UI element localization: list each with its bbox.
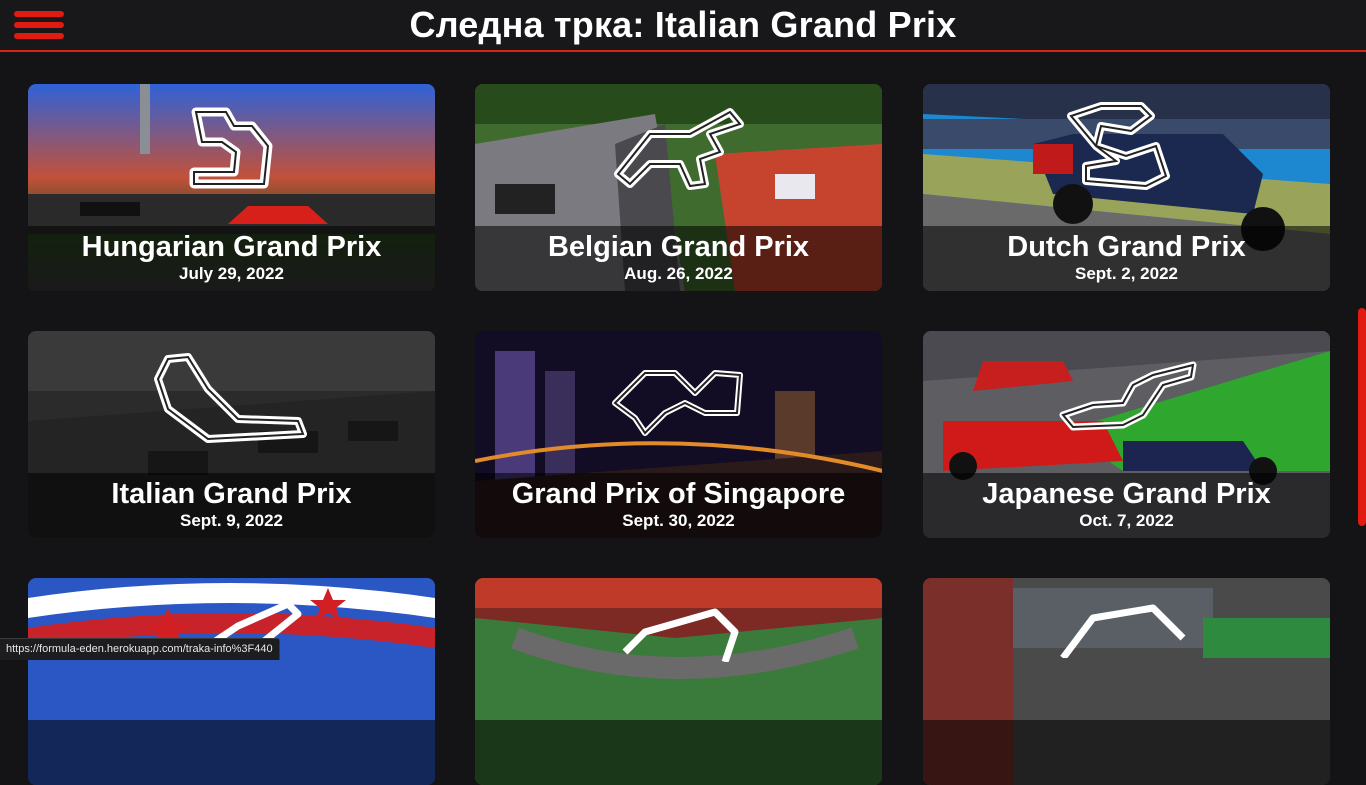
track-layout-icon [614,108,744,190]
track-layout-icon [1067,102,1170,190]
top-bar: Следна трка: Italian Grand Prix [0,0,1366,52]
race-date: Sept. 2, 2022 [1074,264,1178,283]
race-caption: Hungarian Grand Prix July 29, 2022 [28,226,435,291]
race-caption: Dutch Grand Prix Sept. 2, 2022 [923,226,1330,291]
race-card-usa[interactable] [28,578,435,785]
race-caption: Belgian Grand Prix Aug. 26, 2022 [475,226,882,291]
track-layout-icon [622,608,739,662]
scrollbar-thumb[interactable] [1358,308,1366,526]
race-date: July 29, 2022 [179,264,284,283]
race-card-japan[interactable]: Japanese Grand Prix Oct. 7, 2022 [923,331,1330,538]
page-title: Следна трка: Italian Grand Prix [409,4,957,45]
race-caption: Japanese Grand Prix Oct. 7, 2022 [923,473,1330,538]
race-card-belgium[interactable]: Belgian Grand Prix Aug. 26, 2022 [475,84,882,291]
race-caption [28,720,435,785]
race-caption [923,720,1330,785]
track-layout-icon [1059,361,1197,431]
track-layout-icon [612,370,743,436]
race-card-brazil[interactable] [923,578,1330,785]
race-name: Italian Grand Prix [111,478,352,510]
race-name: Belgian Grand Prix [547,231,810,263]
track-layout-icon [1060,604,1186,658]
race-card-singapore[interactable]: Grand Prix of Singapore Sept. 30, 2022 [475,331,882,538]
status-bar-url: https://formula-eden.herokuapp.com/traka… [0,638,280,660]
race-name: Dutch Grand Prix [1007,231,1246,263]
race-date: Sept. 9, 2022 [179,511,283,530]
race-date: Oct. 7, 2022 [1079,511,1174,530]
race-name: Japanese Grand Prix [982,478,1271,510]
race-card-netherlands[interactable]: Dutch Grand Prix Sept. 2, 2022 [923,84,1330,291]
race-date: Sept. 30, 2022 [622,511,735,530]
track-layout-icon [189,107,273,189]
race-date: Aug. 26, 2022 [624,264,733,283]
track-layout-icon [154,353,307,443]
race-name: Hungarian Grand Prix [81,231,382,263]
race-caption: Grand Prix of Singapore Sept. 30, 2022 [475,473,882,538]
race-caption: Italian Grand Prix Sept. 9, 2022 [28,473,435,538]
race-card-italy[interactable]: Italian Grand Prix Sept. 9, 2022 [28,331,435,538]
race-card-hungary[interactable]: Hungarian Grand Prix July 29, 2022 [28,84,435,291]
race-name: Grand Prix of Singapore [511,478,846,510]
race-card-mexico[interactable] [475,578,882,785]
race-caption [475,720,882,785]
